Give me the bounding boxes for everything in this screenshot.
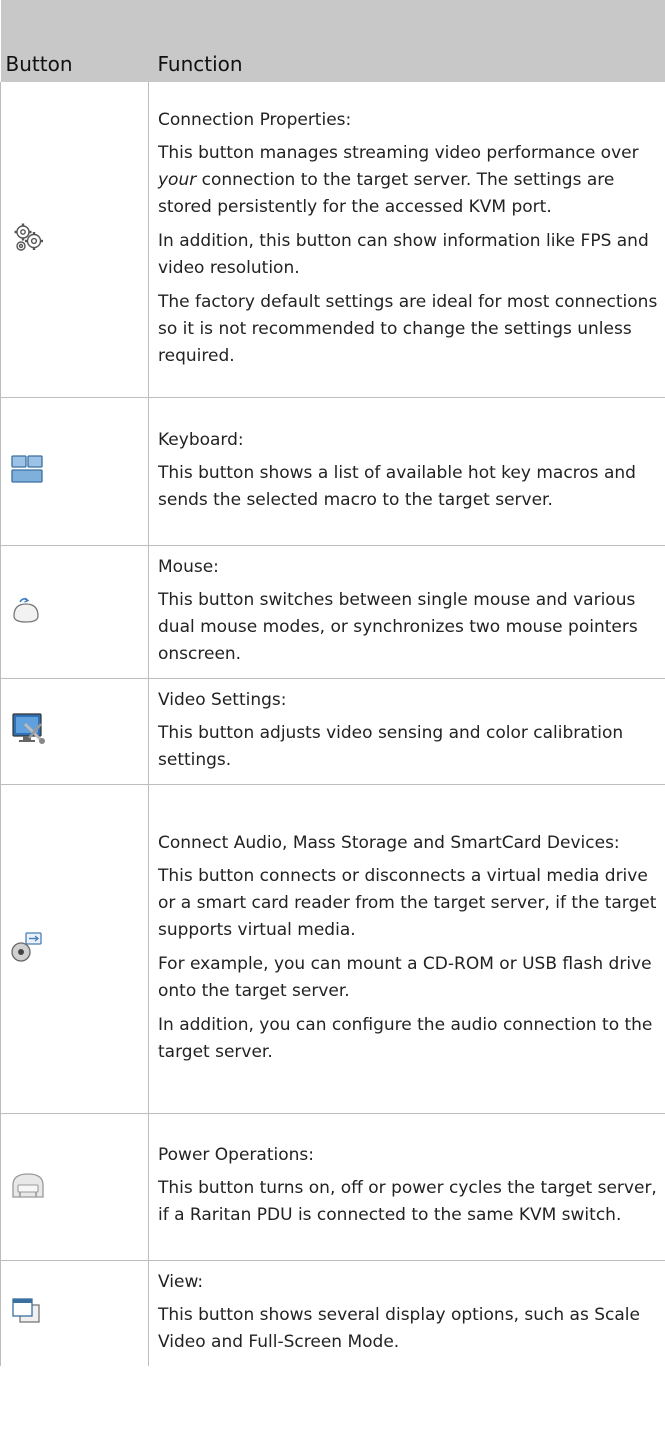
virtual-media-icon [11, 931, 43, 967]
row-title: Keyboard: [158, 429, 244, 450]
table-row-connection-properties: Connection Properties: This button manag… [0, 82, 665, 398]
table-row-connect-audio-storage-smartcard: Connect Audio, Mass Storage and SmartCar… [0, 784, 665, 1114]
keyboard-icon [11, 454, 43, 488]
row-title: Video Settings: [158, 689, 287, 710]
table-row-video-settings: Video Settings: This button adjusts vide… [0, 678, 665, 785]
row-paragraph: In addition, you can configure the audio… [158, 1014, 653, 1062]
function-cell: Connect Audio, Mass Storage and SmartCar… [148, 784, 665, 1114]
button-cell [0, 545, 149, 679]
row-title: Power Operations: [158, 1145, 314, 1165]
gears-icon [11, 220, 45, 258]
button-cell [0, 1260, 149, 1366]
mouse-icon [11, 596, 41, 628]
row-paragraph: This button adjusts video sensing and co… [158, 722, 624, 770]
table-header-row: Button Function [0, 0, 665, 82]
row-paragraph: This button manages streaming video perf… [158, 142, 639, 217]
table-row-view: View: This button shows several display … [0, 1260, 665, 1366]
function-cell: Power Operations: This button turns on, … [148, 1113, 665, 1261]
row-title: Connection Properties: [158, 109, 352, 130]
view-icon [11, 1297, 41, 1329]
video-settings-icon [11, 712, 47, 750]
row-paragraph: This button shows a list of available ho… [158, 462, 636, 510]
button-function-table: Button Function Connection Properties: T… [0, 0, 665, 1366]
button-cell [0, 397, 149, 546]
row-paragraph: This button turns on, off or power cycle… [158, 1178, 657, 1225]
table-row-power-operations: Power Operations: This button turns on, … [0, 1113, 665, 1261]
button-cell [0, 678, 149, 785]
button-cell [0, 82, 149, 398]
row-paragraph: In addition, this button can show inform… [158, 230, 649, 278]
row-title: View: [158, 1271, 204, 1292]
emphasis-your: your [158, 169, 197, 190]
table-row-keyboard: Keyboard: This button shows a list of av… [0, 397, 665, 546]
table-row-mouse: Mouse: This button switches between sing… [0, 545, 665, 679]
header-function: Function [148, 0, 665, 82]
row-title: Mouse: [158, 556, 219, 577]
function-cell: Mouse: This button switches between sing… [148, 545, 665, 679]
row-paragraph: This button switches between single mous… [158, 589, 638, 664]
function-cell: Connection Properties: This button manag… [148, 82, 665, 398]
function-cell: Keyboard: This button shows a list of av… [148, 397, 665, 546]
row-paragraph: For example, you can mount a CD-ROM or U… [158, 953, 652, 1001]
row-paragraph: The factory default settings are ideal f… [158, 291, 658, 366]
button-cell [0, 784, 149, 1114]
power-icon [11, 1171, 45, 1203]
row-paragraph: This button connects or disconnects a vi… [158, 865, 657, 940]
function-cell: View: This button shows several display … [149, 1260, 665, 1366]
header-button: Button [0, 0, 149, 82]
row-paragraph: This button shows several display option… [158, 1304, 640, 1352]
function-cell: Video Settings: This button adjusts vide… [148, 678, 665, 785]
row-title: Connect Audio, Mass Storage and SmartCar… [158, 832, 620, 853]
button-cell [0, 1113, 149, 1261]
